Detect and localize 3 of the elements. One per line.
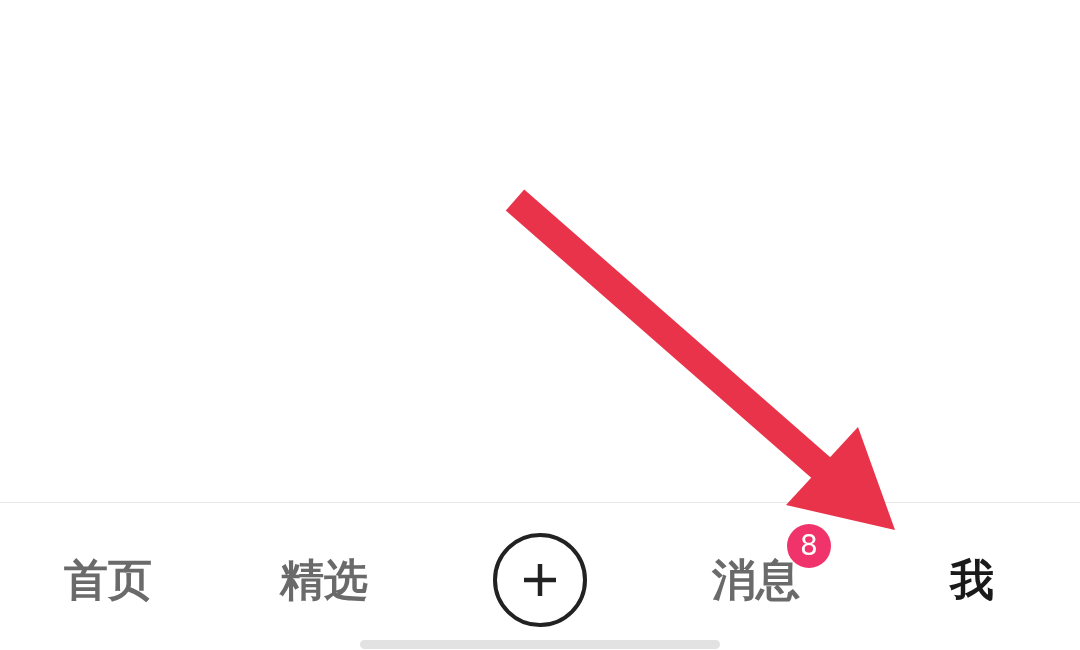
- tab[interactable]: 精选: [280, 555, 368, 605]
- tab[interactable]: 我: [950, 555, 994, 605]
- tab[interactable]: 首页: [64, 555, 152, 605]
